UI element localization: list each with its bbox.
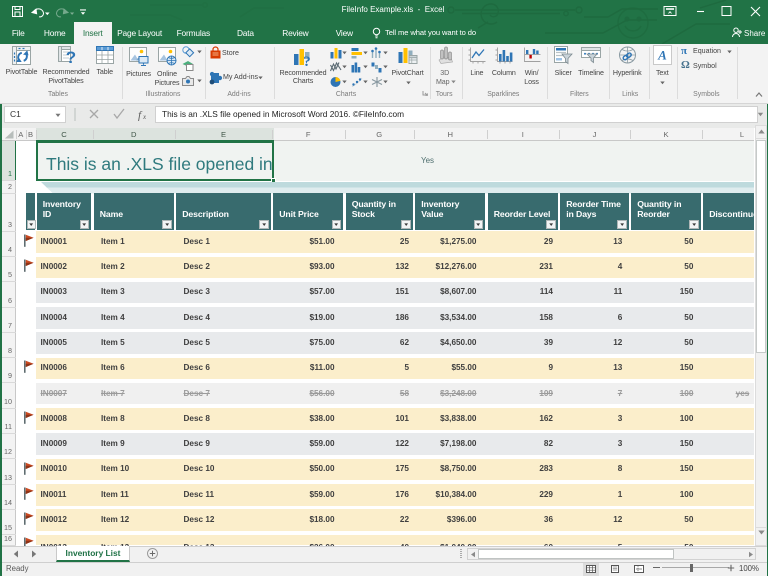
svg-text:?: ? — [303, 54, 311, 70]
svg-text:A: A — [657, 48, 667, 63]
svg-text:x: x — [142, 113, 147, 121]
svg-text:?: ? — [66, 48, 76, 67]
